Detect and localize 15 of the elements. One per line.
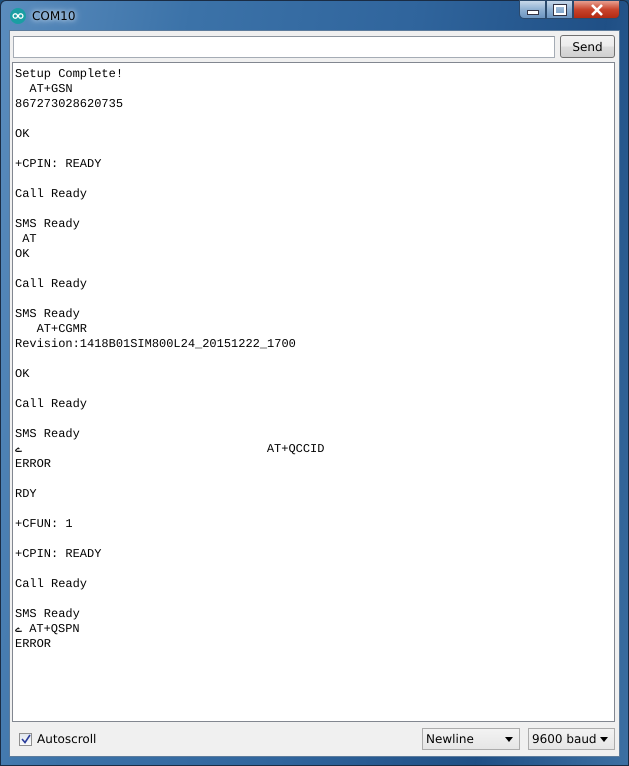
baud-rate-dropdown[interactable]: 9600 baud: [528, 728, 615, 750]
window-title: COM10: [32, 8, 76, 22]
close-button[interactable]: [573, 0, 620, 19]
minimize-button[interactable]: [519, 0, 546, 19]
caret-icon: [505, 736, 513, 742]
send-button[interactable]: Send: [560, 35, 615, 58]
line-ending-dropdown[interactable]: Newline: [422, 728, 520, 750]
input-field[interactable]: [13, 36, 555, 58]
close-icon: [590, 4, 604, 16]
serial-output: Setup Complete! AT+GSN 867273028620735 OK +CPIN: READY Call Ready SMS Ready AT OK Call Ready SMS Ready AT+CGMR Revision:1418B01SIM800L24_20151222_1700 OK Call Ready SMS Ready ے AT+QCCID ERROR RDY +CFUN: 1 +CPIN: READY Call Ready SMS Ready ے AT+QSPN ERROR: [14, 66, 326, 653]
maximize-button[interactable]: [546, 0, 573, 19]
autoscroll-checkbox[interactable]: [19, 732, 32, 746]
autoscroll-label: Autoscroll: [37, 732, 96, 746]
caret-icon: [600, 736, 608, 742]
infinity-logo-icon: [10, 8, 26, 24]
